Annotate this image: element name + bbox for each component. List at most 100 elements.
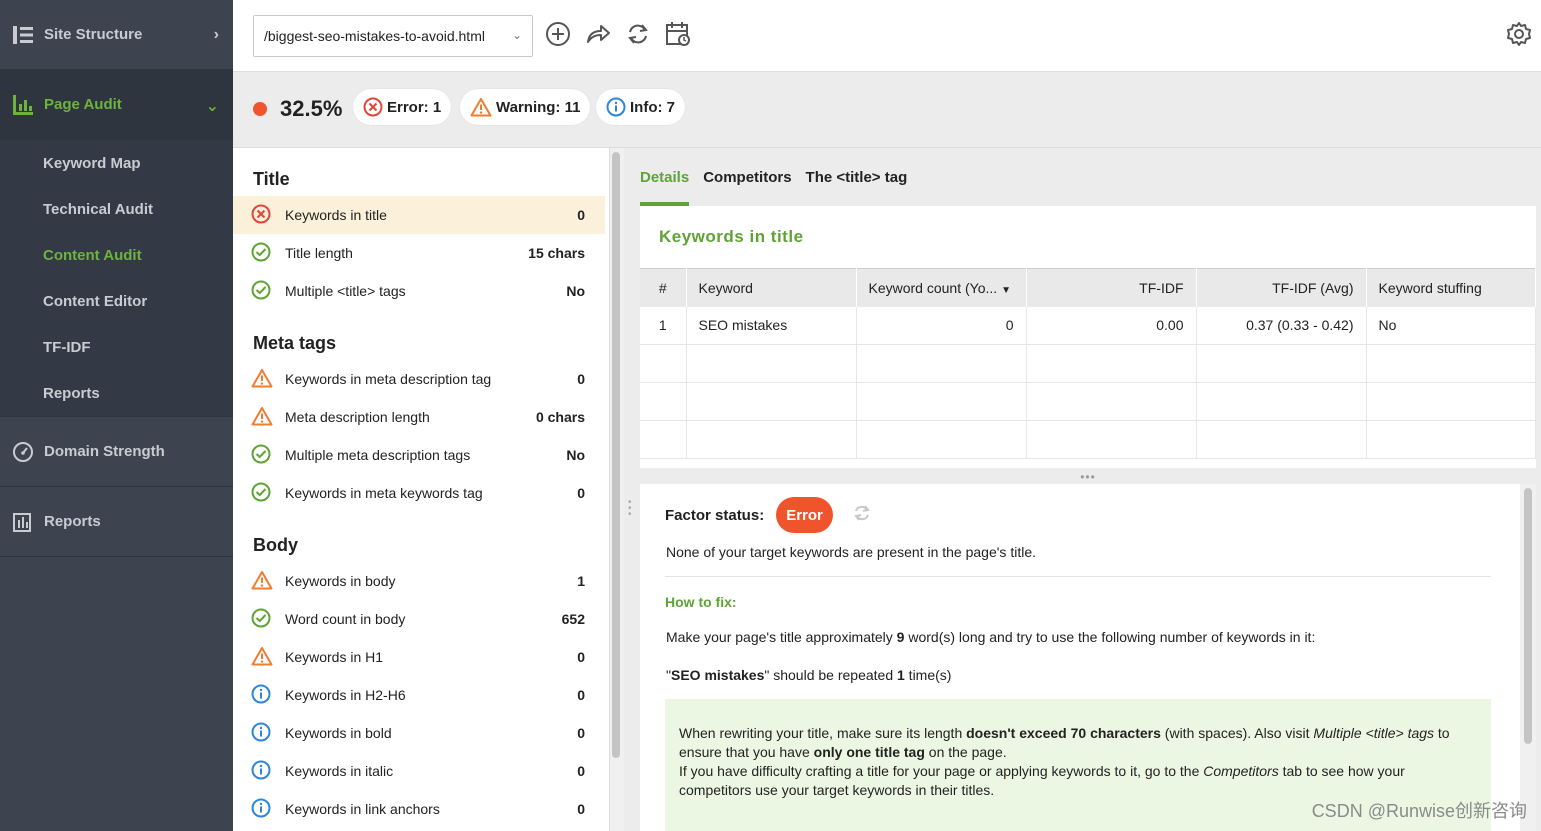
factor-value: 652	[561, 611, 585, 627]
factor-value: 0	[577, 485, 585, 501]
competitors-link[interactable]: Competitors	[1203, 763, 1278, 779]
info-icon	[251, 722, 273, 744]
sidebar-item-label: Site Structure	[44, 26, 143, 43]
tab-competitors[interactable]: Competitors	[703, 148, 791, 206]
factor-row-word-count[interactable]: Word count in body 652	[233, 600, 605, 638]
factor-value: 0 chars	[535, 409, 585, 425]
factor-row-keywords-in-meta-keywords[interactable]: Keywords in meta keywords tag 0	[233, 474, 605, 512]
check-icon	[251, 280, 273, 302]
schedule-icon[interactable]	[664, 20, 692, 48]
info-icon	[251, 798, 273, 820]
cell-keyword: SEO mistakes	[686, 306, 857, 345]
add-page-icon[interactable]	[544, 20, 572, 48]
refresh-icon[interactable]	[853, 504, 871, 526]
factor-value: 0	[577, 725, 585, 741]
error-filter-button[interactable]: Error: 1	[353, 89, 452, 125]
info-icon	[251, 684, 273, 706]
factor-label: Keywords in meta description tag	[285, 371, 492, 387]
factor-value: 0	[577, 763, 585, 779]
factor-label: Keywords in bold	[285, 725, 392, 741]
info-filter-button[interactable]: Info: 7	[596, 89, 685, 125]
sidebar-item-label: Domain Strength	[44, 443, 165, 460]
factor-value: 0	[577, 207, 585, 223]
gear-icon[interactable]	[1505, 20, 1533, 48]
factor-row-multiple-meta-description-tags[interactable]: Multiple meta description tags No	[233, 436, 605, 474]
fix-text: word(s) long and try to use the followin…	[904, 629, 1316, 645]
sidebar-item-content-audit[interactable]: Content Audit	[0, 232, 233, 278]
column-header-keyword-count[interactable]: Keyword count (Yo... ▼	[856, 268, 1027, 307]
scrollbar-thumb[interactable]	[1524, 488, 1532, 744]
factor-row-meta-description-length[interactable]: Meta description length 0 chars	[233, 398, 605, 436]
factor-label: Multiple <title> tags	[285, 283, 406, 299]
sidebar-item-reports[interactable]: Reports	[0, 487, 233, 557]
warning-icon	[251, 368, 273, 390]
sidebar-item-tf-idf[interactable]: TF-IDF	[0, 324, 233, 370]
factor-label: Keywords in meta keywords tag	[285, 485, 483, 501]
column-header-tf-idf-avg[interactable]: TF-IDF (Avg)	[1196, 268, 1367, 307]
factor-row-keywords-in-title[interactable]: Keywords in title 0	[233, 196, 605, 234]
factor-row-keywords-in-bold[interactable]: Keywords in bold 0	[233, 714, 605, 752]
factor-label: Keywords in body	[285, 573, 396, 589]
share-icon[interactable]	[584, 20, 612, 48]
factor-label: Word count in body	[285, 611, 406, 627]
check-icon	[251, 242, 273, 264]
group-title-body: Body	[253, 535, 298, 555]
refresh-icon[interactable]	[624, 20, 652, 48]
sidebar-item-label: Page Audit	[44, 96, 122, 113]
detail-scrollbar[interactable]	[1520, 484, 1536, 831]
details-tabs: Details Competitors The <title> tag	[640, 148, 921, 206]
sidebar-item-page-audit[interactable]: Page Audit ⌄	[0, 70, 233, 140]
sidebar-item-label: Reports	[44, 513, 101, 530]
factor-row-keywords-in-h2-h6[interactable]: Keywords in H2-H6 0	[233, 676, 605, 714]
resize-handle[interactable]: •••	[640, 470, 1536, 484]
warning-icon	[251, 406, 273, 428]
warning-filter-button[interactable]: Warning: 11	[460, 89, 591, 125]
factor-row-keywords-in-link-anchors[interactable]: Keywords in link anchors 0	[233, 790, 605, 828]
column-header-tf-idf[interactable]: TF-IDF	[1026, 268, 1197, 307]
factor-value: 0	[577, 649, 585, 665]
factor-row-keywords-in-meta-description[interactable]: Keywords in meta description tag 0	[233, 360, 605, 398]
page-audit-icon	[12, 94, 34, 116]
factor-row-title-length[interactable]: Title length 15 chars	[233, 234, 605, 272]
tip-paragraph-2: If you have difficulty crafting a title …	[679, 762, 1477, 800]
sidebar-item-content-editor[interactable]: Content Editor	[0, 278, 233, 324]
sidebar-item-reports-sub[interactable]: Reports	[0, 370, 233, 416]
scrollbar-thumb[interactable]	[612, 152, 620, 758]
sidebar-item-technical-audit[interactable]: Technical Audit	[0, 186, 233, 232]
factor-label: Keywords in H1	[285, 649, 384, 665]
tab-title-tag[interactable]: The <title> tag	[806, 148, 908, 206]
factor-row-multiple-title-tags[interactable]: Multiple <title> tags No	[233, 272, 605, 310]
warning-icon	[251, 570, 273, 592]
factor-list: Title Keywords in title 0 Title length 1…	[233, 148, 610, 831]
sidebar-item-site-structure[interactable]: Site Structure ›	[0, 0, 233, 70]
column-header-keyword-stuffing[interactable]: Keyword stuffing	[1366, 268, 1536, 307]
factor-row-keywords-in-italic[interactable]: Keywords in italic 0	[233, 752, 605, 790]
column-header-label: Keyword count (Yo...	[868, 279, 998, 296]
sidebar-item-keyword-map[interactable]: Keyword Map	[0, 140, 233, 186]
keyword-name: SEO mistakes	[670, 667, 765, 683]
details-panel: Details Competitors The <title> tag Keyw…	[624, 148, 1541, 831]
url-select[interactable]: /biggest-seo-mistakes-to-avoid.html ⌄	[253, 15, 533, 57]
factor-row-keywords-in-body[interactable]: Keywords in body 1	[233, 562, 605, 600]
tab-details[interactable]: Details	[640, 148, 690, 206]
factor-value: 1	[577, 573, 585, 589]
drag-handle-icon[interactable]: • • •	[628, 498, 632, 520]
fix-text: Make your page's title approximately	[666, 629, 897, 645]
group-title-meta-tags: Meta tags	[253, 333, 337, 353]
tip-bold: only one title tag	[813, 744, 925, 760]
multiple-title-tags-link[interactable]: Multiple <title> tags	[1313, 725, 1434, 741]
error-icon	[251, 204, 273, 226]
table-row[interactable]: 1 SEO mistakes 0 0.00 0.37 (0.33 - 0.42)…	[640, 306, 1536, 345]
cell-tf-idf: 0.00	[1026, 306, 1197, 345]
factor-list-scrollbar[interactable]	[610, 148, 624, 831]
sidebar-item-domain-strength[interactable]: Domain Strength	[0, 417, 233, 487]
column-header-index[interactable]: #	[640, 268, 687, 307]
keyword-repeat-instruction: "SEO mistakes" should be repeated 1 time…	[666, 667, 951, 683]
column-header-keyword[interactable]: Keyword	[686, 268, 857, 307]
factor-row-keywords-in-h1[interactable]: Keywords in H1 0	[233, 638, 605, 676]
factor-value: 0	[577, 801, 585, 817]
factor-value: 0	[577, 687, 585, 703]
factor-status: Factor status: Error	[665, 497, 871, 533]
tip-text: If you have difficulty crafting a title …	[679, 763, 1204, 779]
cell-tf-idf-avg: 0.37 (0.33 - 0.42)	[1196, 306, 1367, 345]
